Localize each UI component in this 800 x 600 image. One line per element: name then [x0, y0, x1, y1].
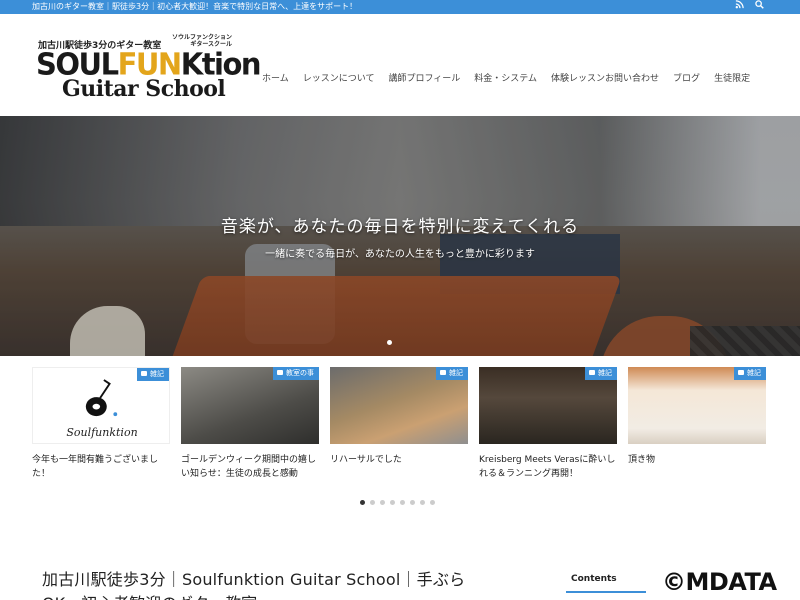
- carousel-dot[interactable]: [430, 500, 435, 505]
- article-title-line2: OK・初心者歓迎のギター教室: [42, 590, 257, 600]
- post-title[interactable]: Kreisberg Meets Verasに酔いしれる＆ランニング再開！: [479, 453, 617, 481]
- folder-icon: [738, 370, 744, 375]
- watermark: ©MDATA: [662, 568, 777, 596]
- nav-item-students[interactable]: 生徒限定: [714, 71, 750, 84]
- carousel-dot[interactable]: [400, 500, 405, 505]
- category-badge: 雑記: [436, 367, 468, 380]
- folder-icon: [440, 370, 446, 375]
- category-badge: 雑記: [137, 368, 169, 381]
- nav-item-lessons[interactable]: レッスンについて: [303, 71, 375, 84]
- carousel-pagination: [360, 500, 435, 505]
- toc-label: Contents: [571, 574, 617, 584]
- post-card[interactable]: 雑記 Kreisberg Meets Verasに酔いしれる＆ランニング再開！: [479, 367, 617, 481]
- logo-subtitle: Guitar School: [62, 76, 226, 102]
- carousel-dot[interactable]: [390, 500, 395, 505]
- post-thumbnail[interactable]: 雑記: [628, 367, 766, 444]
- thumbnail-logo-text: Soulfunktion: [66, 426, 138, 439]
- category-badge: 雑記: [585, 367, 617, 380]
- post-carousel: Soulfunktion 雑記 今年も一年間有難うございました！ 教室の事 ゴー…: [32, 367, 800, 497]
- carousel-dot[interactable]: [370, 500, 375, 505]
- hero-headline: 音楽が、あなたの毎日を特別に変えてくれる: [220, 217, 580, 237]
- article-title: 加古川駅徒歩3分｜Soulfunktion Guitar School｜手ぶら: [42, 570, 466, 589]
- post-card[interactable]: Soulfunktion 雑記 今年も一年間有難うございました！: [32, 367, 170, 481]
- folder-icon: [277, 370, 283, 375]
- hero-slide-dot[interactable]: [387, 340, 392, 345]
- nav-item-pricing[interactable]: 料金・システム: [474, 71, 537, 84]
- category-badge: 雑記: [734, 367, 766, 380]
- carousel-dot[interactable]: [360, 500, 365, 505]
- top-bar-icons: [734, 0, 764, 14]
- nav-item-trial[interactable]: 体験レッスンお問い合わせ: [551, 71, 659, 84]
- post-card[interactable]: 教室の事 ゴールデンウィーク期間中の嬉しい知らせ：生徒の成長と感動: [181, 367, 319, 481]
- hero-banner: 音楽が、あなたの毎日を特別に変えてくれる 一緒に奏でる毎日が、あなたの人生をもっ…: [0, 116, 800, 356]
- post-title[interactable]: ゴールデンウィーク期間中の嬉しい知らせ：生徒の成長と感動: [181, 453, 319, 481]
- nav-item-home[interactable]: ホーム: [262, 71, 289, 84]
- post-thumbnail[interactable]: 雑記: [479, 367, 617, 444]
- post-card[interactable]: 雑記 リハーサルでした: [330, 367, 468, 467]
- folder-icon: [141, 371, 147, 376]
- post-title[interactable]: リハーサルでした: [330, 453, 468, 467]
- search-icon[interactable]: [754, 0, 764, 14]
- nav-item-profile[interactable]: 講師プロフィール: [388, 71, 460, 84]
- carousel-dot[interactable]: [420, 500, 425, 505]
- carousel-dot[interactable]: [380, 500, 385, 505]
- top-bar-text: 加古川のギター教室｜駅徒歩3分｜初心者大歓迎！音楽で特別な日常へ、上達をサポート…: [32, 2, 358, 11]
- table-of-contents[interactable]: Contents: [566, 566, 646, 593]
- folder-icon: [589, 370, 595, 375]
- rss-icon[interactable]: [734, 0, 744, 14]
- site-header: 加古川駅徒歩3分のギター教室 ソウルファンクション ギタースクール SOULFUN…: [0, 14, 800, 116]
- post-title[interactable]: 頂き物: [628, 453, 766, 467]
- main-nav: ホーム レッスンについて 講師プロフィール 料金・システム 体験レッスンお問い合…: [262, 71, 764, 84]
- guitar-icon: [85, 379, 118, 417]
- hero-subline: 一緒に奏でる毎日が、あなたの人生をもっと豊かに彩ります: [265, 249, 535, 260]
- post-thumbnail[interactable]: Soulfunktion 雑記: [32, 367, 170, 444]
- carousel-dot[interactable]: [410, 500, 415, 505]
- category-badge: 教室の事: [273, 367, 319, 380]
- nav-item-blog[interactable]: ブログ: [673, 71, 700, 84]
- post-card[interactable]: 雑記 頂き物: [628, 367, 766, 467]
- post-thumbnail[interactable]: 雑記: [330, 367, 468, 444]
- top-bar: 加古川のギター教室｜駅徒歩3分｜初心者大歓迎！音楽で特別な日常へ、上達をサポート…: [0, 0, 800, 14]
- post-thumbnail[interactable]: 教室の事: [181, 367, 319, 444]
- post-title[interactable]: 今年も一年間有難うございました！: [32, 453, 170, 481]
- site-logo[interactable]: 加古川駅徒歩3分のギター教室 ソウルファンクション ギタースクール SOULFUN…: [32, 32, 262, 118]
